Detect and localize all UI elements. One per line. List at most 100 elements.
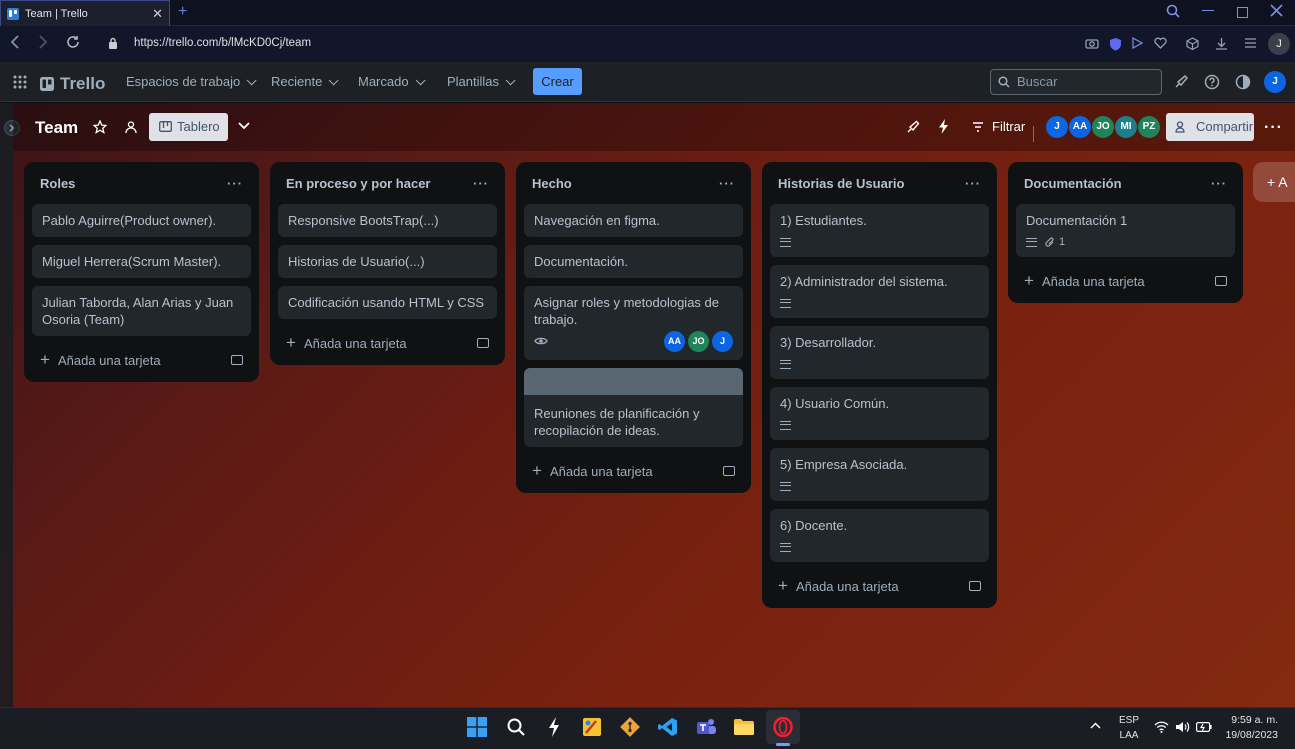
card-template-icon[interactable] [477,338,489,348]
windows-start-icon[interactable] [463,710,491,744]
add-card-button[interactable]: + Añada una tarjeta [278,327,497,359]
card[interactable]: 4) Usuario Común. [770,387,989,440]
url-field[interactable]: https://trello.com/b/lMcKD0Cj/team [134,37,311,49]
card-member-avatar[interactable]: AA [664,330,685,352]
filter-button[interactable]: Filtrar [972,119,1025,134]
list-menu-icon[interactable]: ··· [1211,176,1227,191]
list-title[interactable]: Roles [40,176,75,191]
volume-icon[interactable] [1175,721,1190,733]
card[interactable]: 6) Docente. [770,509,989,562]
card[interactable]: 5) Empresa Asociada. [770,448,989,501]
browser-tab[interactable]: Team | Trello ✕ [0,0,170,26]
card[interactable]: Asignar roles y metodologias de trabajo.… [524,286,743,360]
trello-logo[interactable]: Trello [40,74,105,94]
card[interactable]: Documentación. [524,245,743,278]
card-template-icon[interactable] [1215,276,1227,286]
git-app-icon[interactable] [616,710,644,744]
card[interactable]: Reuniones de planificación y recopilació… [524,368,743,447]
board-title[interactable]: Team [35,118,78,138]
list-menu-icon[interactable]: ··· [227,176,243,191]
card[interactable]: Documentación 1 1 [1016,204,1235,257]
teams-icon[interactable] [692,710,720,744]
star-icon[interactable] [93,120,107,134]
member-avatar[interactable]: MI [1115,116,1137,138]
menu-templates[interactable]: Plantillas [447,74,516,89]
menu-recent[interactable]: Reciente [271,74,339,89]
card[interactable]: 3) Desarrollador. [770,326,989,379]
wifi-icon[interactable] [1154,721,1169,733]
list-menu-icon[interactable]: ··· [473,176,489,191]
settings-sliders-icon[interactable] [1244,37,1258,51]
theme-toggle-icon[interactable] [1235,74,1251,90]
card[interactable]: Codificación usando HTML y CSS [278,286,497,319]
download-icon[interactable] [1215,37,1229,51]
lock-icon[interactable] [108,37,118,49]
card[interactable]: 1) Estudiantes. [770,204,989,257]
member-avatar[interactable]: AA [1069,116,1091,138]
list-title[interactable]: Historias de Usuario [778,176,904,191]
vscode-icon[interactable] [654,710,682,744]
menu-starred[interactable]: Marcado [358,74,426,89]
reload-icon[interactable] [66,35,80,49]
search-tabs-icon[interactable] [1166,4,1180,18]
card[interactable]: Navegación en figma. [524,204,743,237]
list-title[interactable]: Documentación [1024,176,1122,191]
card-template-icon[interactable] [723,466,735,476]
view-switcher-board[interactable]: Tablero [149,113,228,141]
minimize-icon[interactable] [1202,10,1214,11]
file-explorer-icon[interactable] [730,710,758,744]
card-template-icon[interactable] [231,355,243,365]
menu-workspaces[interactable]: Espacios de trabajo [126,74,257,89]
add-card-button[interactable]: + Añada una tarjeta [1016,265,1235,297]
card-member-avatar[interactable]: J [712,330,733,352]
maximize-icon[interactable] [1237,7,1248,18]
add-card-button[interactable]: + Añada una tarjeta [524,455,743,487]
help-icon[interactable] [1204,74,1220,90]
automation-icon[interactable] [938,119,949,134]
back-icon[interactable] [10,35,20,49]
member-avatar[interactable]: J [1046,116,1068,138]
heart-icon[interactable] [1154,37,1168,51]
play-icon[interactable] [1131,37,1145,51]
forward-icon[interactable] [38,35,48,49]
user-avatar[interactable]: J [1264,71,1286,93]
close-window-icon[interactable] [1270,4,1283,17]
browser-profile-avatar[interactable]: J [1268,33,1290,55]
notifications-icon[interactable] [1174,74,1189,89]
list-menu-icon[interactable]: ··· [965,176,981,191]
card-member-avatar[interactable]: JO [688,330,709,352]
member-avatar[interactable]: JO [1092,116,1114,138]
card[interactable]: Pablo Aguirre(Product owner). [32,204,251,237]
drawing-app-icon[interactable] [578,710,606,744]
card[interactable]: Responsive BootsTrap(...) [278,204,497,237]
view-dropdown-chevron-icon[interactable] [238,122,250,130]
card[interactable]: Miguel Herrera(Scrum Master). [32,245,251,278]
system-clock[interactable]: 9:59 a. m. 19/08/2023 [1218,713,1278,743]
opera-browser-icon[interactable] [766,710,800,744]
card-template-icon[interactable] [969,581,981,591]
new-tab-button[interactable]: + [178,3,187,21]
camera-icon[interactable] [1085,37,1099,51]
input-language[interactable]: ESP LAA [1118,713,1140,743]
power-ups-icon[interactable] [906,120,920,134]
member-avatar[interactable]: PZ [1138,116,1160,138]
lightning-app-icon[interactable] [540,710,568,744]
list-title[interactable]: En proceso y por hacer [286,176,431,191]
search-input[interactable]: Buscar [990,69,1162,95]
taskbar-search-icon[interactable] [502,710,530,744]
card[interactable]: 2) Administrador del sistema. [770,265,989,318]
card[interactable]: Julian Taborda, Alan Arias y Juan Osoria… [32,286,251,336]
battery-icon[interactable] [1196,722,1212,732]
close-tab-icon[interactable]: ✕ [152,6,163,22]
cube-icon[interactable] [1186,37,1200,51]
add-list-button[interactable]: + A [1253,162,1295,202]
add-card-button[interactable]: + Añada una tarjeta [770,570,989,602]
list-title[interactable]: Hecho [532,176,572,191]
list-menu-icon[interactable]: ··· [719,176,735,191]
app-switcher-icon[interactable] [13,75,27,89]
board-menu-icon[interactable]: ··· [1264,119,1283,137]
workspace-visibility-icon[interactable] [124,120,138,134]
add-card-button[interactable]: + Añada una tarjeta [32,344,251,376]
create-button[interactable]: Crear [533,68,582,95]
card[interactable]: Historias de Usuario(...) [278,245,497,278]
